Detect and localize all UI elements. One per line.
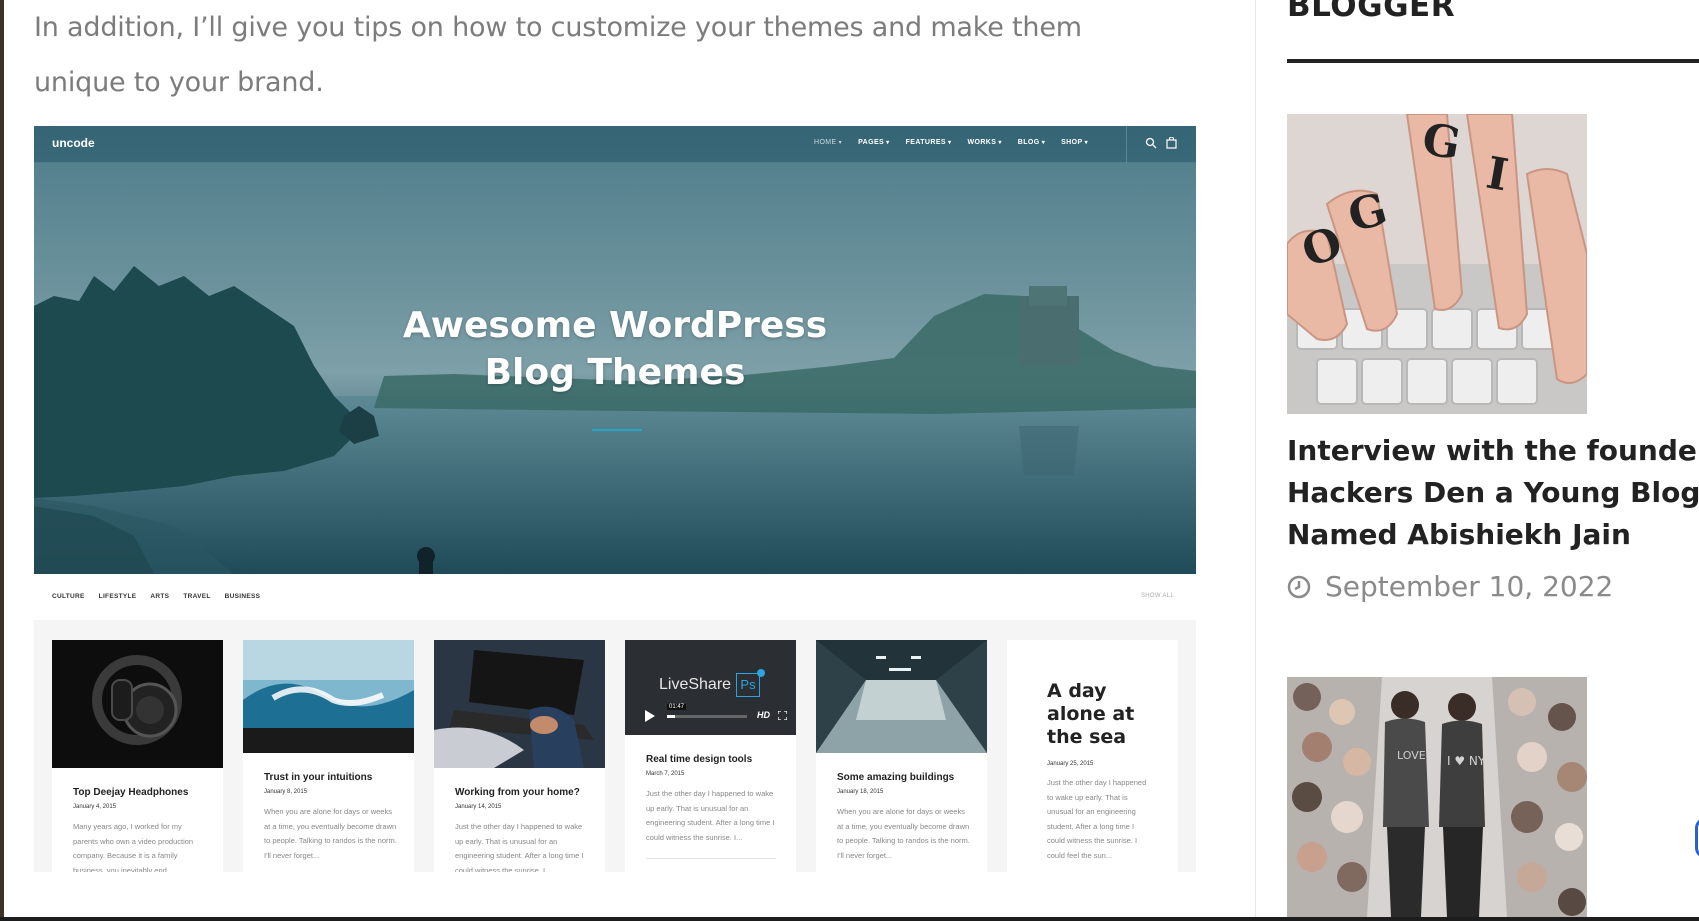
card-title: A day alone at the sea bbox=[1047, 680, 1135, 748]
card-excerpt: Just the other day I happened to wake up… bbox=[646, 789, 775, 842]
theme-nav-home: HOME bbox=[814, 139, 842, 146]
jacket-text-love: LOVE bbox=[1397, 749, 1426, 762]
sidebar-heading: BLOGGER bbox=[1287, 0, 1456, 24]
badge-dot bbox=[757, 669, 765, 677]
column-divider bbox=[1255, 0, 1256, 917]
sidebar-post-title[interactable]: Interview with the founder of Hackers De… bbox=[1287, 430, 1699, 556]
ps-badge: Ps bbox=[736, 673, 760, 697]
post-card: Top Deejay Headphones January 4, 2015 Ma… bbox=[52, 640, 223, 872]
card-date: January 25, 2015 bbox=[1047, 761, 1094, 767]
search-icon bbox=[1145, 137, 1157, 149]
show-all-link: SHOW ALL bbox=[1141, 593, 1175, 599]
post-title-line-2[interactable]: Hackers Den a Young Blogger bbox=[1287, 472, 1699, 514]
window-edge-bottom bbox=[0, 917, 1699, 921]
theme-nav-shop: SHOP bbox=[1061, 139, 1088, 146]
card-excerpt: Many years ago, I worked for my parents … bbox=[73, 822, 194, 872]
fashion-runway-crowd-image: LOVE I ♥ NY bbox=[1287, 677, 1587, 917]
post-thumbnail[interactable]: LOVE I ♥ NY bbox=[1287, 677, 1587, 917]
card-date: January 8, 2015 bbox=[264, 789, 308, 795]
hero-accent-rule bbox=[592, 429, 642, 431]
theme-nav-blog: BLOG bbox=[1018, 139, 1045, 146]
hero-title-line-2: Blog Themes bbox=[484, 352, 746, 393]
category-travel: TRAVEL bbox=[183, 593, 211, 600]
video-player[interactable]: LiveShare Ps 01:47 HD bbox=[625, 640, 796, 735]
card-excerpt: Just the other day I happened to wake up… bbox=[455, 822, 584, 872]
post-card: Some amazing buildings January 18, 2015 … bbox=[816, 640, 987, 872]
post-date-text: September 10, 2022 bbox=[1325, 570, 1614, 603]
theme-nav-pages: PAGES bbox=[858, 139, 889, 146]
card-title: Working from your home? bbox=[455, 787, 580, 798]
card-title: Top Deejay Headphones bbox=[73, 787, 189, 798]
fullscreen-icon[interactable] bbox=[778, 711, 787, 720]
headphones-image bbox=[52, 640, 223, 768]
category-arts: ARTS bbox=[150, 593, 170, 600]
theme-navbar: uncode HOME PAGES FEATURES WORKS BLOG SH… bbox=[34, 126, 1196, 163]
sidebar-heading-rule bbox=[1287, 59, 1699, 63]
hd-badge: HD bbox=[757, 710, 770, 720]
card-excerpt: When you are alone for days or weeks at … bbox=[837, 807, 970, 860]
video-progress-fill bbox=[667, 715, 675, 718]
post-title-line-1[interactable]: Interview with the founder of bbox=[1287, 430, 1699, 472]
card-title: Trust in your intuitions bbox=[264, 772, 373, 783]
post-card: Working from your home? January 14, 2015… bbox=[434, 640, 605, 872]
clock-icon bbox=[1287, 575, 1311, 598]
play-icon[interactable] bbox=[643, 709, 657, 723]
video-progress-bar[interactable] bbox=[667, 715, 747, 718]
theme-preview-image[interactable]: uncode HOME PAGES FEATURES WORKS BLOG SH… bbox=[34, 126, 1196, 872]
card-title: Real time design tools bbox=[646, 754, 753, 765]
post-card: LiveShare Ps 01:47 HD Real time design t… bbox=[625, 640, 796, 872]
theme-logo: uncode bbox=[52, 136, 95, 150]
card-title: Some amazing buildings bbox=[837, 772, 955, 783]
article-content: In addition, I’ll give you tips on how t… bbox=[4, 0, 1255, 917]
tattooed-hands-keyboard-image: O G G I bbox=[1287, 114, 1587, 414]
post-thumbnail[interactable]: O G G I bbox=[1287, 114, 1587, 414]
building-corridor-image bbox=[816, 640, 987, 753]
card-date: January 14, 2015 bbox=[455, 804, 502, 810]
article-paragraph: In addition, I’ll give you tips on how t… bbox=[34, 0, 1184, 110]
video-brand: LiveShare bbox=[659, 676, 732, 693]
card-date: January 4, 2015 bbox=[73, 804, 117, 810]
category-business: BUSINESS bbox=[224, 593, 261, 600]
card-excerpt: Just the other day I happened to wake up… bbox=[1047, 778, 1147, 860]
post-title-line-3[interactable]: Named Abishiekh Jain bbox=[1287, 514, 1699, 556]
card-date: March 7, 2015 bbox=[646, 771, 685, 777]
ocean-wave-image bbox=[243, 640, 414, 753]
category-culture: CULTURE bbox=[52, 593, 85, 600]
nav-separator bbox=[1126, 126, 1127, 163]
post-card: Trust in your intuitions January 8, 2015… bbox=[243, 640, 414, 872]
hero-title: Awesome WordPress Blog Themes bbox=[334, 302, 896, 396]
scroll-to-top-button[interactable] bbox=[1695, 818, 1699, 858]
card-excerpt: When you are alone for days or weeks at … bbox=[264, 807, 397, 860]
theme-nav: HOME PAGES FEATURES WORKS BLOG SHOP bbox=[814, 139, 1088, 146]
theme-nav-features: FEATURES bbox=[906, 139, 952, 146]
card-date: January 18, 2015 bbox=[837, 789, 884, 795]
hero-title-line-1: Awesome WordPress bbox=[402, 305, 828, 346]
shopping-bag-icon bbox=[1166, 137, 1177, 149]
video-time: 01:47 bbox=[667, 704, 687, 710]
theme-nav-works: WORKS bbox=[967, 139, 1001, 146]
card-divider bbox=[646, 858, 776, 859]
post-card: A day alone at the sea January 25, 2015 … bbox=[1007, 640, 1178, 872]
laptop-image bbox=[434, 640, 605, 768]
intro-line-2: unique to your brand. bbox=[34, 67, 324, 98]
hero-banner: uncode HOME PAGES FEATURES WORKS BLOG SH… bbox=[34, 126, 1196, 574]
intro-line-1: In addition, I’ll give you tips on how t… bbox=[34, 12, 1082, 43]
category-filter: CULTURE LIFESTYLE ARTS TRAVEL BUSINESS bbox=[52, 593, 260, 600]
jacket-text-i-love-ny: I ♥ NY bbox=[1447, 754, 1486, 768]
sidebar-post-date: September 10, 2022 bbox=[1287, 570, 1613, 603]
category-lifestyle: LIFESTYLE bbox=[98, 593, 137, 600]
